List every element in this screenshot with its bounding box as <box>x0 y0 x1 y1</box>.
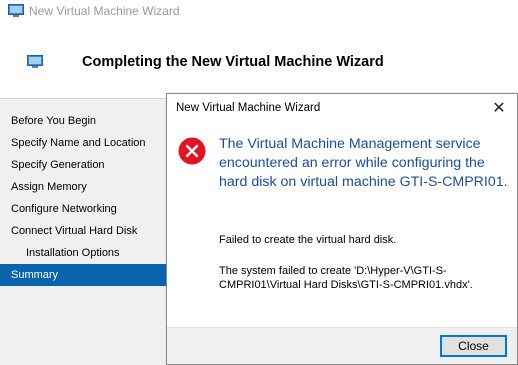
sidebar-item-specify-name[interactable]: Specify Name and Location <box>0 132 167 154</box>
error-heading: The Virtual Machine Management service e… <box>219 136 508 190</box>
sidebar-item-connect-vhd[interactable]: Connect Virtual Hard Disk <box>0 220 167 242</box>
page-title: Completing the New Virtual Machine Wizar… <box>82 54 384 70</box>
sidebar-item-specify-generation[interactable]: Specify Generation <box>0 154 167 176</box>
sidebar-item-installation-options[interactable]: Installation Options <box>0 242 167 264</box>
vm-wizard-icon <box>27 55 43 68</box>
sidebar-item-before-you-begin[interactable]: Before You Begin <box>0 110 167 132</box>
sidebar-item-assign-memory[interactable]: Assign Memory <box>0 176 167 198</box>
error-message: Failed to create the virtual hard disk. <box>219 234 397 246</box>
close-icon[interactable]: ✕ <box>489 98 509 118</box>
window-titlebar: New Virtual Machine Wizard <box>0 0 518 26</box>
error-icon <box>178 137 206 165</box>
dialog-footer: Close <box>167 327 517 364</box>
close-button[interactable]: Close <box>440 335 507 357</box>
dialog-title: New Virtual Machine Wizard <box>176 102 321 114</box>
vm-wizard-icon <box>8 4 24 17</box>
sidebar-item-configure-networking[interactable]: Configure Networking <box>0 198 167 220</box>
error-dialog: New Virtual Machine Wizard ✕ The Virtual… <box>166 93 518 365</box>
window-title: New Virtual Machine Wizard <box>29 4 180 18</box>
sidebar-item-summary[interactable]: Summary <box>0 264 167 286</box>
dialog-titlebar: New Virtual Machine Wizard ✕ <box>167 94 517 122</box>
wizard-header: Completing the New Virtual Machine Wizar… <box>0 26 518 98</box>
wizard-sidebar: Before You Begin Specify Name and Locati… <box>0 99 167 365</box>
error-detail: The system failed to create 'D:\Hyper-V\… <box>219 265 473 291</box>
